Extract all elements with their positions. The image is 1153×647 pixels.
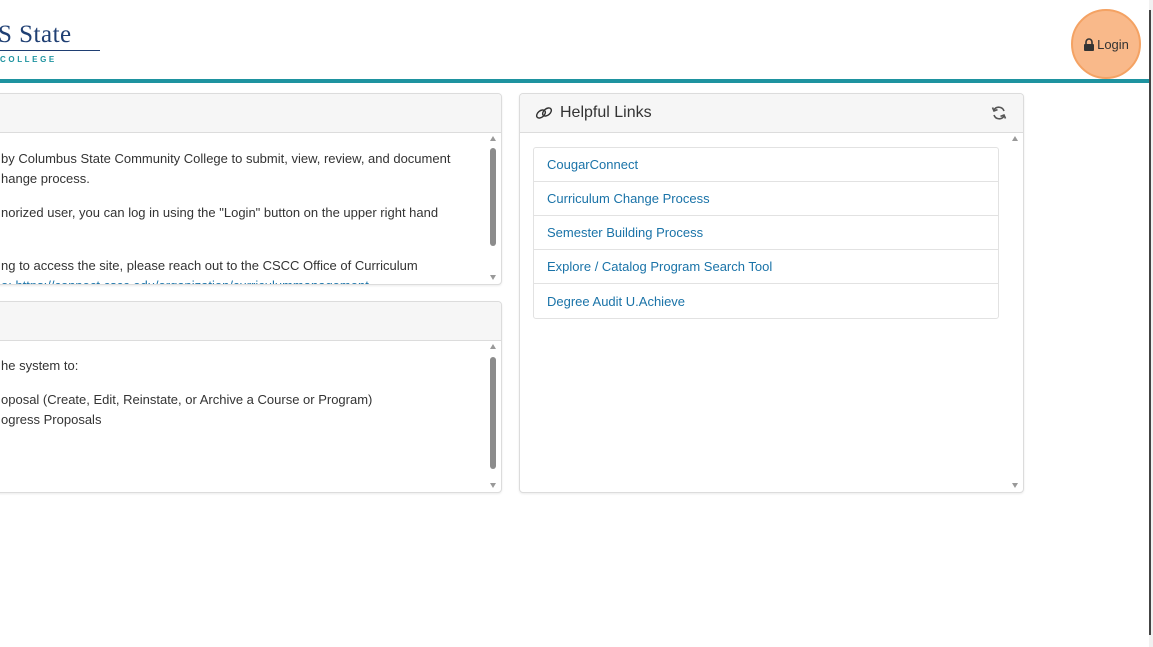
helpful-links-title: Helpful Links <box>560 104 652 121</box>
welcome-panel-body[interactable]: by Columbus State Community College to s… <box>0 134 501 284</box>
welcome-text-line: ng to access the site, please reach out … <box>1 258 418 273</box>
instructions-panel-body[interactable]: he system to: oposal (Create, Edit, Rein… <box>0 342 501 492</box>
instructions-text-line: he system to: <box>1 358 79 373</box>
page-scrollbar[interactable] <box>1149 0 1153 647</box>
link-semester-building-process[interactable]: Semester Building Process <box>534 216 998 250</box>
scrollbar-thumb[interactable] <box>490 357 496 469</box>
login-button[interactable]: Login <box>1071 9 1141 79</box>
scroll-down-arrow-icon[interactable] <box>1012 483 1018 488</box>
instructions-text-line: ogress Proposals <box>1 412 102 427</box>
scrollbar-thumb[interactable] <box>490 148 496 246</box>
instructions-panel-scrollbar[interactable] <box>487 342 501 492</box>
scroll-down-arrow-icon[interactable] <box>490 483 496 488</box>
link-degree-audit[interactable]: Degree Audit U.Achieve <box>534 284 998 318</box>
link-program-search-tool[interactable]: Explore / Catalog Program Search Tool <box>534 250 998 284</box>
helpful-links-header: Helpful Links <box>520 94 1023 133</box>
login-label: Login <box>1097 36 1129 52</box>
link-curriculum-change-process[interactable]: Curriculum Change Process <box>534 182 998 216</box>
curriculum-office-link[interactable]: o: https://connect.cscc.edu/organization… <box>1 276 369 284</box>
scroll-up-arrow-icon[interactable] <box>490 136 496 141</box>
link-cougarconnect[interactable]: CougarConnect <box>534 148 998 182</box>
welcome-panel: by Columbus State Community College to s… <box>0 93 502 285</box>
header-divider <box>0 79 1149 83</box>
instructions-text-line: oposal (Create, Edit, Reinstate, or Arch… <box>1 392 373 407</box>
page-scrollbar-thumb[interactable] <box>1149 10 1151 635</box>
logo-divider <box>0 50 100 51</box>
link-icon <box>535 107 553 119</box>
logo-wordmark: S State <box>0 21 72 48</box>
helpful-links-panel: Helpful Links CougarConnect Curriculum C… <box>519 93 1024 493</box>
helpful-links-scrollbar[interactable] <box>1009 134 1023 492</box>
welcome-text-line: hange process. <box>1 171 90 186</box>
helpful-links-list: CougarConnect Curriculum Change Process … <box>533 147 999 319</box>
welcome-text-line: norized user, you can log in using the "… <box>1 205 439 220</box>
scroll-up-arrow-icon[interactable] <box>490 344 496 349</box>
welcome-text-line: by Columbus State Community College to s… <box>1 151 451 166</box>
scroll-down-arrow-icon[interactable] <box>490 275 496 280</box>
scroll-up-arrow-icon[interactable] <box>1012 136 1018 141</box>
instructions-panel-header <box>0 302 501 341</box>
welcome-panel-header <box>0 94 501 133</box>
lock-icon <box>1084 37 1095 51</box>
instructions-panel: he system to: oposal (Create, Edit, Rein… <box>0 301 502 493</box>
refresh-icon[interactable] <box>991 105 1007 121</box>
welcome-panel-scrollbar[interactable] <box>487 134 501 284</box>
college-logo[interactable]: S State COLLEGE <box>0 22 100 64</box>
logo-subtitle: COLLEGE <box>0 55 57 64</box>
top-header: S State COLLEGE Login <box>0 0 1153 80</box>
